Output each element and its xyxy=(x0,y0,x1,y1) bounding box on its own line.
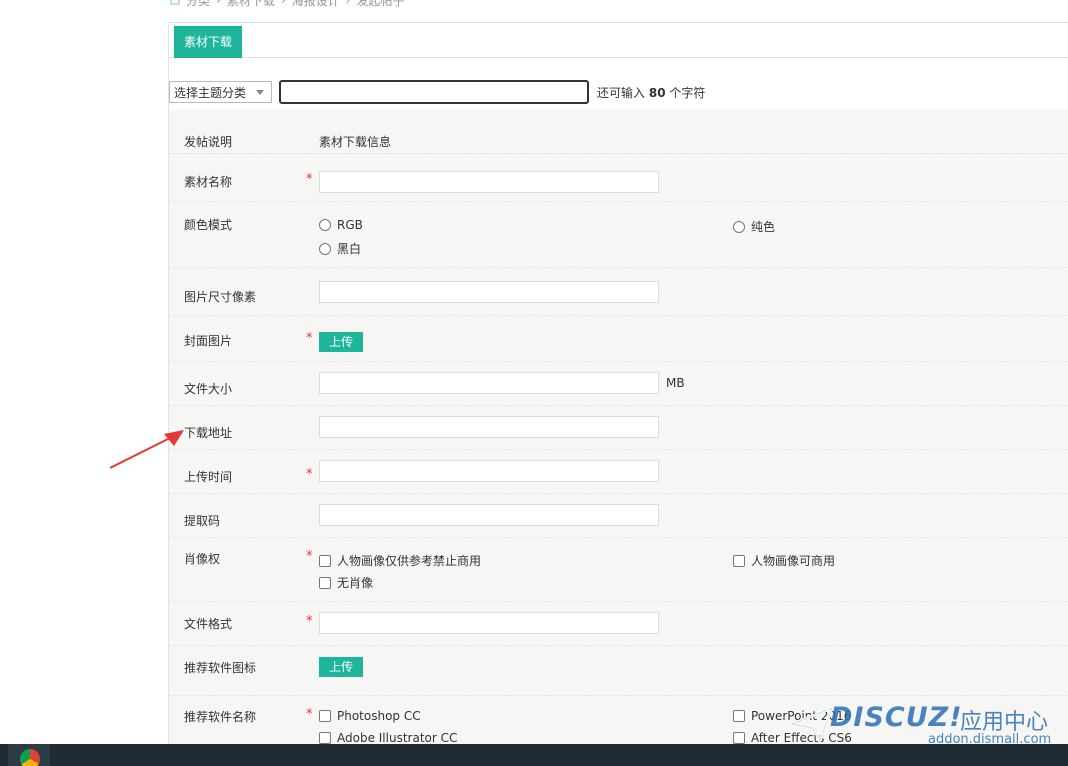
home-icon[interactable] xyxy=(170,0,180,5)
pixel-size-input[interactable] xyxy=(319,281,659,303)
watermark-brand: DISCUZ! xyxy=(830,702,963,733)
required-mark: * xyxy=(306,707,313,722)
file-size-unit: MB xyxy=(666,376,685,390)
row-color-mode: 颜色模式 RGB 纯色 黑白 xyxy=(168,202,1068,268)
tab-bar: 素材下载 xyxy=(169,22,1068,58)
row-cover-image: 封面图片 * 上传 xyxy=(168,316,1068,362)
field-label: 封面图片 xyxy=(184,334,233,348)
chevron-down-icon xyxy=(256,90,264,95)
watermark-plane-icon xyxy=(790,705,834,744)
watermark: DISCUZ! 应用中心 addon.dismall.com xyxy=(790,700,1060,750)
checkbox-photoshop[interactable]: Photoshop CC xyxy=(319,709,421,723)
row-upload-time: 上传时间 * xyxy=(168,450,1068,494)
checkbox-portrait-commercial[interactable]: 人物画像可商用 xyxy=(733,552,835,569)
checkbox-icon xyxy=(733,732,745,744)
taskbar xyxy=(0,744,1068,766)
breadcrumb-item[interactable]: 素材下载 xyxy=(227,0,275,9)
remaining-chars: 还可输入 80 个字符 xyxy=(597,85,706,100)
field-label: 颜色模式 xyxy=(184,218,233,232)
required-mark: * xyxy=(306,172,313,187)
download-url-input[interactable] xyxy=(319,416,659,438)
row-portrait-rights: 肖像权 * 人物画像仅供参考禁止商用 人物画像可商用 无肖像 xyxy=(168,538,1068,602)
radio-rgb[interactable]: RGB xyxy=(319,218,363,232)
topic-type-value: 选择主题分类 xyxy=(174,85,247,100)
breadcrumb-item: 发起帖子 xyxy=(356,0,405,8)
radio-circle-icon xyxy=(319,242,331,255)
breadcrumb-item[interactable]: 分类 xyxy=(186,0,210,9)
cover-upload-button[interactable]: 上传 xyxy=(319,332,363,352)
tab-material-download[interactable]: 素材下载 xyxy=(174,26,243,58)
required-mark: * xyxy=(306,614,313,629)
annotation-arrow-icon xyxy=(109,430,184,469)
remaining-count: 80 xyxy=(648,85,666,100)
row-material-name: 素材名称 * xyxy=(168,154,1068,202)
chrome-icon xyxy=(20,749,40,766)
field-label: 文件大小 xyxy=(184,382,233,396)
checkbox-icon xyxy=(319,554,331,567)
topic-type-select[interactable]: 选择主题分类 xyxy=(169,81,272,103)
field-label: 发帖说明 xyxy=(184,135,233,149)
radio-black-white[interactable]: 黑白 xyxy=(319,240,361,257)
breadcrumb: 分类 › 素材下载 › 海报设计 › 发起帖子 xyxy=(170,0,405,9)
required-mark: * xyxy=(306,549,313,564)
form-rows: 发帖说明 素材下载信息 素材名称 * 颜色模式 RGB 纯色 黑白 图片尺寸像素… xyxy=(168,110,1068,745)
subject-row: 选择主题分类 还可输入 80 个字符 xyxy=(169,74,1068,110)
field-label: 推荐软件名称 xyxy=(184,710,257,724)
checkbox-icon xyxy=(319,576,331,589)
radio-circle-icon xyxy=(319,219,331,231)
row-software-icon: 推荐软件图标 上传 xyxy=(168,646,1068,696)
checkbox-icon xyxy=(733,554,745,567)
checkbox-icon xyxy=(319,732,331,744)
row-post-note: 发帖说明 素材下载信息 xyxy=(168,110,1068,154)
checkbox-no-portrait[interactable]: 无肖像 xyxy=(319,574,373,591)
row-file-format: 文件格式 * xyxy=(168,602,1068,646)
checkbox-portrait-reference[interactable]: 人物画像仅供参考禁止商用 xyxy=(319,552,481,569)
checkbox-illustrator[interactable]: Adobe Illustrator CC xyxy=(319,731,457,745)
subject-input[interactable] xyxy=(279,80,589,104)
post-note-value: 素材下载信息 xyxy=(319,135,392,149)
row-extract-code: 提取码 xyxy=(168,494,1068,538)
field-label: 图片尺寸像素 xyxy=(184,290,257,304)
row-download-url: 下载地址 xyxy=(168,406,1068,450)
field-label: 上传时间 xyxy=(184,470,233,484)
checkbox-icon xyxy=(319,710,331,722)
field-label: 下载地址 xyxy=(184,426,233,440)
breadcrumb-item[interactable]: 海报设计 xyxy=(292,0,340,9)
taskbar-chrome-button[interactable] xyxy=(8,744,50,766)
row-file-size: 文件大小 MB xyxy=(168,362,1068,406)
field-label: 推荐软件图标 xyxy=(184,661,257,675)
radio-solid[interactable]: 纯色 xyxy=(733,218,775,235)
material-name-input[interactable] xyxy=(319,171,659,193)
upload-time-input[interactable] xyxy=(319,460,659,482)
field-label: 肖像权 xyxy=(184,552,221,566)
field-label: 素材名称 xyxy=(184,175,233,189)
checkbox-icon xyxy=(733,710,745,722)
required-mark: * xyxy=(306,331,313,346)
file-format-input[interactable] xyxy=(319,612,659,634)
field-label: 提取码 xyxy=(184,514,221,528)
file-size-input[interactable] xyxy=(319,372,659,394)
field-label: 文件格式 xyxy=(184,617,233,631)
software-icon-upload-button[interactable]: 上传 xyxy=(319,657,363,677)
required-mark: * xyxy=(306,467,313,482)
extract-code-input[interactable] xyxy=(319,504,659,526)
radio-circle-icon xyxy=(733,220,745,233)
row-pixel-size: 图片尺寸像素 xyxy=(168,268,1068,316)
